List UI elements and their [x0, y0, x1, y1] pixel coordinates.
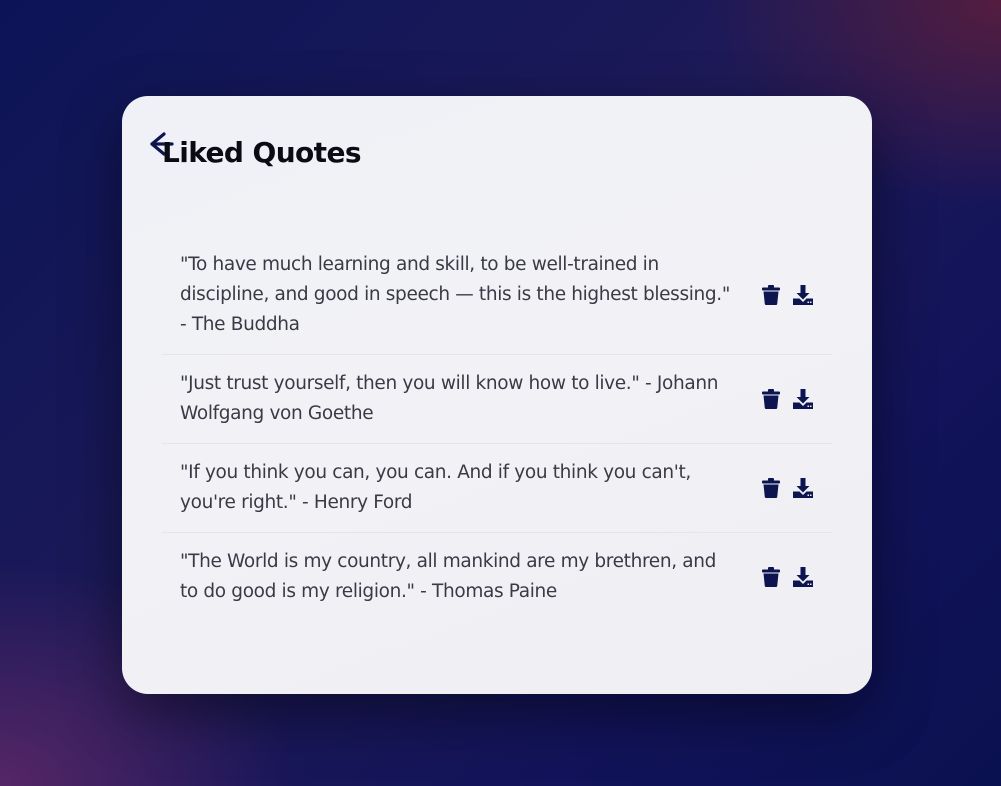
- trash-icon: [762, 285, 780, 305]
- delete-button[interactable]: [760, 566, 782, 588]
- delete-button[interactable]: [760, 388, 782, 410]
- download-icon: [793, 285, 813, 305]
- quote-actions: [760, 566, 814, 588]
- trash-icon: [762, 567, 780, 587]
- quote-list: "To have much learning and skill, to be …: [162, 236, 832, 621]
- download-button[interactable]: [792, 388, 814, 410]
- download-button[interactable]: [792, 566, 814, 588]
- download-button[interactable]: [792, 284, 814, 306]
- quote-text: "If you think you can, you can. And if y…: [180, 462, 691, 513]
- download-icon: [793, 478, 813, 498]
- delete-button[interactable]: [760, 284, 782, 306]
- quote-actions: [760, 477, 814, 499]
- quote-actions: [760, 388, 814, 410]
- trash-icon: [762, 389, 780, 409]
- quote-text: "Just trust yourself, then you will know…: [180, 373, 719, 424]
- quote-actions: [760, 284, 814, 306]
- quote-item: "To have much learning and skill, to be …: [162, 236, 832, 355]
- delete-button[interactable]: [760, 477, 782, 499]
- liked-quotes-card: Liked Quotes "To have much learning and …: [122, 96, 872, 694]
- quote-text: "The World is my country, all mankind ar…: [180, 551, 717, 602]
- quote-item: "Just trust yourself, then you will know…: [162, 355, 832, 444]
- trash-icon: [762, 478, 780, 498]
- download-icon: [793, 389, 813, 409]
- page-title: Liked Quotes: [162, 136, 362, 169]
- quote-item: "If you think you can, you can. And if y…: [162, 444, 832, 533]
- download-button[interactable]: [792, 477, 814, 499]
- download-icon: [793, 567, 813, 587]
- quote-text: "To have much learning and skill, to be …: [180, 254, 730, 335]
- quote-item: "The World is my country, all mankind ar…: [162, 533, 832, 621]
